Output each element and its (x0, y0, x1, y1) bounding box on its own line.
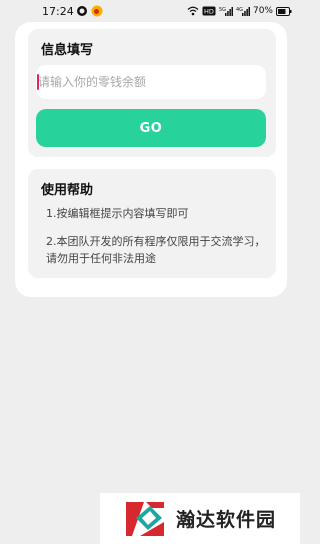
change-balance-input[interactable] (36, 65, 266, 99)
system-status-icons: HD 5G 4G 70% (187, 5, 292, 17)
q-app-icon (77, 6, 87, 16)
battery-percent: 70% (252, 6, 273, 16)
text-caret (37, 74, 39, 90)
notification-icons (76, 5, 103, 17)
info-panel-title: 信息填写 (41, 43, 94, 58)
help-panel-title: 使用帮助 (41, 183, 94, 198)
weibo-icon (91, 5, 103, 17)
watermark-text: 瀚达软件园 (176, 509, 277, 531)
signal-5g-icon: 5G (219, 6, 233, 16)
battery-icon (276, 6, 292, 16)
status-bar: 17:24 HD 5G 4G 70% (0, 0, 300, 24)
signal-5g-label: 5G (219, 7, 226, 13)
hd-icon: HD (202, 6, 216, 16)
info-panel: 信息填写 GO (28, 29, 276, 157)
signal-4g-label: 4G (236, 7, 243, 13)
watermark: 瀚达软件园 (100, 493, 300, 544)
amount-input-container[interactable] (36, 65, 266, 99)
status-time: 17:24 (42, 5, 74, 18)
help-line-2: 2.本团队开发的所有程序仅限用于交流学习，请勿用于任何非法用途 (46, 235, 266, 265)
handa-logo-icon (126, 501, 164, 536)
go-button[interactable]: GO (36, 109, 266, 147)
help-panel: 使用帮助 1.按编辑框提示内容填写即可 2.本团队开发的所有程序仅限用于交流学习… (28, 169, 276, 278)
signal-4g-icon: 4G (236, 6, 250, 16)
hd-label: HD (204, 8, 214, 16)
wifi-icon (187, 6, 199, 16)
help-line-1: 1.按编辑框提示内容填写即可 (46, 207, 189, 220)
